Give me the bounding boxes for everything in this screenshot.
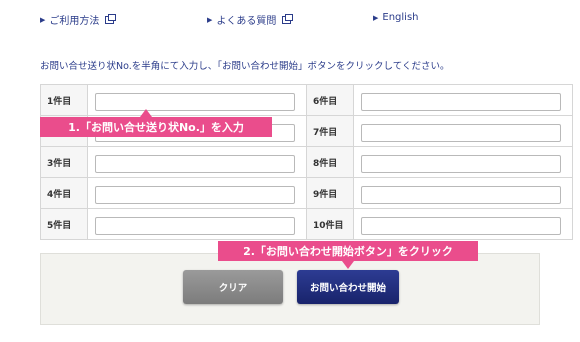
row-label: 6件目 [306,84,354,116]
tracking-number-input-7[interactable] [361,123,561,142]
row-label: 1件目 [40,84,88,116]
nav-link-faq[interactable]: ▶ よくある質問 [207,12,294,27]
nav-link-usage[interactable]: ▶ ご利用方法 [40,12,117,27]
tracking-number-input-8[interactable] [361,154,561,173]
nav-link-label: ご利用方法 [49,16,100,27]
nav-link-label: English [382,12,419,23]
step2-callout: 2.「お問い合わせ開始ボタン」をクリック [218,241,478,269]
tracking-number-input-10[interactable] [361,216,561,235]
action-panel: クリア お問い合わせ開始 [40,253,540,325]
row-label: 5件目 [40,208,88,240]
row-label: 4件目 [40,177,88,209]
tracking-number-input-3[interactable] [95,154,295,173]
row-label: 7件目 [306,115,354,147]
form-row: 3件目 8件目 [40,146,573,178]
top-nav: ▶ ご利用方法 ▶ よくある質問 ▶ English [0,12,580,28]
tracking-number-form: 1件目 6件目 2件目 7件目 3件目 8件目 4件目 9件目 5件目 10件目 [40,84,573,240]
form-row: 1件目 6件目 [40,84,573,116]
triangle-bullet-icon: ▶ [40,15,46,24]
nav-link-english[interactable]: ▶ English [373,12,419,23]
form-row: 5件目 10件目 [40,208,573,240]
tracking-number-input-6[interactable] [361,92,561,111]
nav-link-label: よくある質問 [216,16,277,27]
row-label: 3件目 [40,146,88,178]
instruction-text: お問い合せ送り状No.を半角にて入力し、「お問い合わせ開始」ボタンをクリックして… [40,61,450,72]
external-link-icon [105,13,117,24]
triangle-bullet-icon: ▶ [207,15,213,24]
external-link-icon [282,13,294,24]
step1-callout: 1.「お問い合せ送り状No.」を入力 [40,109,272,137]
row-label: 10件目 [306,208,354,240]
tracking-number-input-9[interactable] [361,185,561,204]
row-label: 9件目 [306,177,354,209]
tracking-number-input-1[interactable] [95,92,295,111]
clear-button[interactable]: クリア [183,270,283,304]
row-label: 8件目 [306,146,354,178]
tracking-number-input-4[interactable] [95,185,295,204]
tracking-number-input-5[interactable] [95,216,295,235]
start-inquiry-button[interactable]: お問い合わせ開始 [297,270,399,304]
form-row: 4件目 9件目 [40,177,573,209]
triangle-bullet-icon: ▶ [373,13,379,22]
